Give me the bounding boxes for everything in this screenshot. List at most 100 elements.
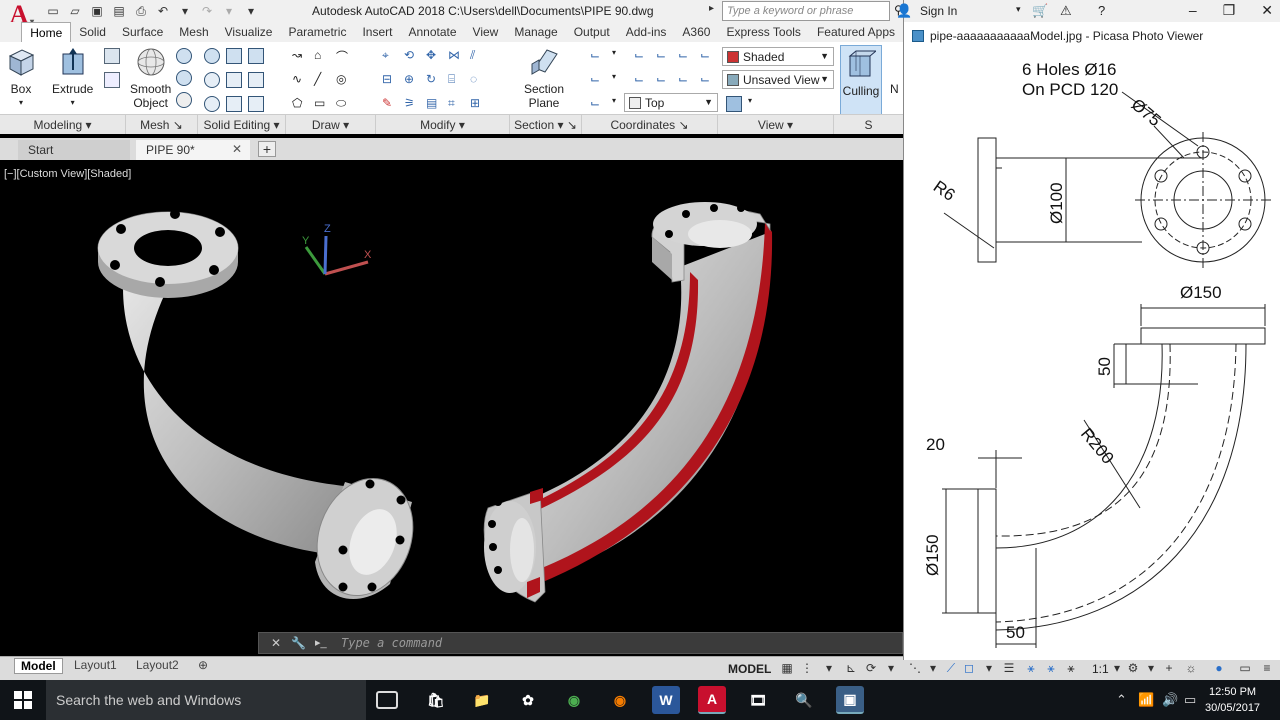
redo-icon[interactable]: ↷ <box>198 2 216 20</box>
save-as-icon[interactable]: ▤ <box>110 2 128 20</box>
tab-output[interactable]: Output <box>566 22 618 42</box>
lineweight-icon[interactable]: ☰ <box>1002 661 1016 675</box>
new-file-icon[interactable]: ▭ <box>44 2 62 20</box>
close-icon[interactable]: ✕ <box>1261 2 1273 19</box>
auto-scale-icon[interactable]: ⚹ <box>1044 661 1058 675</box>
tab-surface[interactable]: Surface <box>114 22 171 42</box>
scale-icon[interactable]: ⌸ <box>448 72 464 88</box>
tab-manage[interactable]: Manage <box>506 22 565 42</box>
chrome-icon[interactable]: ◉ <box>560 686 588 714</box>
layout-tab-layout1[interactable]: Layout1 <box>68 658 123 674</box>
file-tab-pipe-90[interactable]: PIPE 90* ✕ <box>136 140 250 160</box>
drawing-viewport[interactable]: [−][Custom View][Shaded] X Y Z <box>0 162 903 632</box>
panel-section[interactable]: Section ▾ ↘ <box>510 115 582 134</box>
object-snap-icon[interactable]: ◻ <box>962 661 976 675</box>
panel-solid-editing[interactable]: Solid Editing ▾ <box>198 115 286 134</box>
system-clock[interactable]: 12:50 PM 30/05/2017 <box>1205 684 1260 716</box>
open-folder-icon[interactable]: ▱ <box>66 2 84 20</box>
panel-coordinates[interactable]: Coordinates ↘ <box>582 115 718 134</box>
sign-in-link[interactable]: Sign In <box>920 4 957 18</box>
tab-view[interactable]: View <box>465 22 507 42</box>
tab-mesh[interactable]: Mesh <box>171 22 216 42</box>
chevron-down-icon[interactable]: ▾ <box>982 661 996 675</box>
clean-screen-icon[interactable]: ▭ <box>1238 661 1252 675</box>
ucs-origin-icon[interactable]: ⌙ <box>590 72 606 88</box>
show-hidden-icons-icon[interactable]: ⌃ <box>1116 692 1127 708</box>
ucs-icon[interactable]: ⌙ <box>590 48 606 64</box>
command-prompt-icon[interactable]: ▸_ <box>315 636 327 649</box>
firefox-icon[interactable]: ◉ <box>606 686 634 714</box>
ucs-named-icon[interactable]: ⌙ <box>590 96 606 112</box>
annotation-scale-icon[interactable]: ⚹ <box>1064 661 1078 675</box>
ucs-3point-icon[interactable]: ⌙ <box>656 72 672 88</box>
file-explorer-icon[interactable]: 📁 <box>468 686 496 714</box>
solid-history-icon[interactable] <box>104 72 120 88</box>
polyline-icon[interactable]: ↝ <box>292 48 308 64</box>
command-line[interactable]: ✕ 🔧 ▸_ Type a command <box>258 632 903 654</box>
tab-express-tools[interactable]: Express Tools <box>718 22 808 42</box>
panel-draw[interactable]: Draw ▾ <box>286 115 376 134</box>
ellipse-icon[interactable]: ⬭ <box>336 96 352 112</box>
task-view-icon[interactable] <box>376 691 398 709</box>
panel-selection-partial[interactable]: S <box>834 115 903 134</box>
store-icon[interactable]: 🛍 <box>422 686 450 714</box>
smooth-object-button[interactable]: Smooth Object <box>130 46 171 110</box>
panel-modify[interactable]: Modify ▾ <box>376 115 510 134</box>
trim-icon[interactable]: ⋈ <box>448 48 464 64</box>
union-icon[interactable] <box>204 48 220 64</box>
line-icon[interactable]: ╱ <box>314 72 330 88</box>
rectangular-array-icon[interactable]: ⊞ <box>470 96 486 112</box>
imprint-icon[interactable] <box>204 96 220 112</box>
pipe-elbow-section[interactable] <box>483 202 773 603</box>
section-plane-button[interactable]: Section Plane <box>524 46 564 110</box>
taskbar-search-box[interactable]: Search the web and Windows <box>46 680 366 720</box>
tab-parametric[interactable]: Parametric <box>280 22 354 42</box>
interfere-icon[interactable] <box>204 72 220 88</box>
redo-dropdown-icon[interactable]: ▾ <box>220 2 238 20</box>
screen-recorder-icon[interactable]: 🎞 <box>744 686 772 714</box>
chevron-down-icon[interactable]: ▾ <box>884 661 898 675</box>
mesh-smooth-more-icon[interactable] <box>176 70 192 86</box>
pipe-elbow-full[interactable] <box>97 209 429 609</box>
visual-style-combo[interactable]: Shaded ▼ <box>722 47 834 66</box>
erase-icon[interactable]: ✎ <box>382 96 398 112</box>
layout-tab-layout2[interactable]: Layout2 <box>130 658 185 674</box>
polar-tracking-icon[interactable]: ⟳ <box>864 661 878 675</box>
tab-a360[interactable]: A360 <box>674 22 718 42</box>
stretch-icon[interactable]: ▤ <box>426 96 442 112</box>
spline-icon[interactable]: ∿ <box>292 72 308 88</box>
photo-viewer-taskbar-icon[interactable]: ▣ <box>836 686 864 714</box>
model-space-toggle[interactable]: MODEL <box>728 662 771 676</box>
new-drawing-tab-button[interactable]: + <box>258 141 276 157</box>
view-state-combo[interactable]: Unsaved View ▼ <box>722 70 834 89</box>
snap-icon[interactable]: ⋮ <box>800 661 814 675</box>
extract-edges-icon[interactable] <box>226 96 242 112</box>
subtract-icon[interactable] <box>226 48 242 64</box>
ucs-x-icon[interactable]: ⌙ <box>656 48 672 64</box>
isolate-objects-icon[interactable]: ☼ <box>1184 661 1198 675</box>
tab-solid[interactable]: Solid <box>71 22 114 42</box>
ucs-object-icon[interactable]: ⌙ <box>678 72 694 88</box>
wrench-icon[interactable]: 🔧 <box>291 636 306 650</box>
undo-icon[interactable]: ↶ <box>154 2 172 20</box>
isodraft-icon[interactable]: ⋱ <box>908 661 922 675</box>
ortho-icon[interactable]: ⊾ <box>844 661 858 675</box>
grid-icon[interactable]: ▦ <box>780 661 794 675</box>
hardware-acceleration-icon[interactable]: ● <box>1212 661 1226 675</box>
gear-icon[interactable]: ⚙ <box>1126 661 1140 675</box>
3d-rotate-icon[interactable]: ⟲ <box>404 48 420 64</box>
chevron-down-icon[interactable]: ▾ <box>926 661 940 675</box>
undo-dropdown-icon[interactable]: ▾ <box>176 2 194 20</box>
annotation-scale-value[interactable]: 1:1 <box>1092 662 1109 676</box>
minimize-icon[interactable]: – <box>1189 2 1197 19</box>
magnifier-icon[interactable]: 🔍 <box>790 686 818 714</box>
cart-icon[interactable]: 🛒 <box>1032 3 1048 19</box>
chevron-down-icon[interactable]: ▾ <box>1144 661 1158 675</box>
ucs-view-icon[interactable]: ⌙ <box>634 72 650 88</box>
user-icon[interactable]: 👤 <box>896 3 912 19</box>
break-icon[interactable]: ◌ <box>470 72 486 88</box>
picasa-taskbar-icon[interactable]: ✿ <box>514 686 542 714</box>
close-icon[interactable]: ✕ <box>271 636 281 650</box>
culling-button[interactable]: Culling <box>840 45 882 115</box>
autocad-taskbar-icon[interactable]: A <box>698 686 726 714</box>
